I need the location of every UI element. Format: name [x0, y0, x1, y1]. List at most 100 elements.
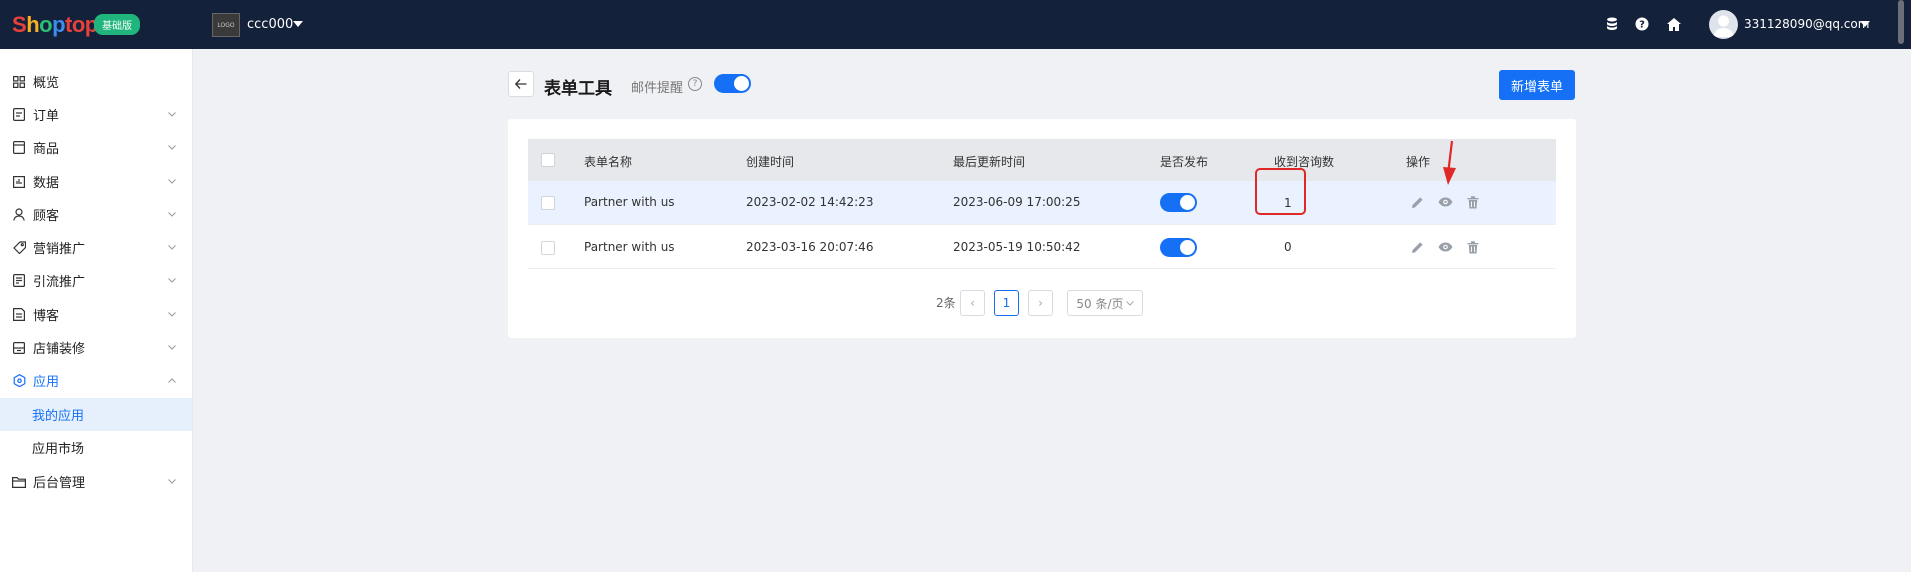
chevron-down-icon: [167, 177, 177, 187]
sidebar-subitem-label: 应用市场: [32, 442, 85, 457]
edit-icon[interactable]: [1408, 193, 1426, 211]
data-icon: [12, 175, 26, 189]
edition-badge: 基础版: [94, 14, 140, 35]
avatar[interactable]: [1709, 10, 1738, 39]
svg-text:?: ?: [1639, 20, 1645, 31]
table-row[interactable]: Partner with us 2023-02-02 14:42:23 2023…: [528, 181, 1556, 225]
sidebar-item-store-design[interactable]: 店铺装修: [0, 331, 192, 364]
form-name: Partner with us: [584, 240, 675, 254]
annotation-highlight-box: [1255, 168, 1306, 215]
created-time: 2023-03-16 20:07:46: [746, 240, 874, 254]
publish-toggle[interactable]: [1160, 238, 1197, 257]
sidebar-item-marketing[interactable]: 营销推广: [0, 231, 192, 264]
publish-toggle[interactable]: [1160, 193, 1197, 212]
sidebar-item-label: 引流推广: [33, 275, 86, 290]
dashboard-icon: [12, 75, 26, 89]
forms-table-card: 表单名称 创建时间 最后更新时间 是否发布 收到咨询数 操作 Partner w…: [508, 119, 1576, 338]
store-logo[interactable]: LOGO: [212, 13, 240, 37]
sidebar-item-label: 营销推广: [33, 242, 86, 257]
chevron-down-icon: [167, 243, 177, 253]
column-header: 操作: [1406, 155, 1431, 169]
store-design-icon: [12, 341, 26, 355]
chevron-down-icon: [167, 210, 177, 220]
folder-icon: [12, 475, 26, 489]
sidebar-item-orders[interactable]: 订单: [0, 98, 192, 131]
column-header: 最后更新时间: [953, 155, 1026, 169]
logo-letter: h: [26, 12, 40, 37]
sidebar-item-label: 店铺装修: [33, 342, 86, 357]
sidebar-item-label: 后台管理: [33, 476, 86, 491]
sidebar-item-overview[interactable]: 概览: [0, 65, 192, 98]
help-icon[interactable]: ?: [1633, 15, 1651, 33]
row-checkbox[interactable]: [541, 196, 555, 210]
sidebar-item-label: 顾客: [33, 209, 60, 224]
edit-icon[interactable]: [1408, 238, 1426, 256]
sidebar-item-label: 应用: [33, 375, 60, 390]
shoptop-logo[interactable]: Shoptop: [12, 12, 98, 38]
chevron-down-icon: [167, 143, 177, 153]
view-icon[interactable]: [1436, 193, 1454, 211]
store-name[interactable]: ccc000: [247, 17, 293, 32]
logo-letter: top: [65, 12, 98, 37]
page-header: 表单工具 邮件提醒 ? 新增表单: [508, 70, 1576, 102]
chevron-down-icon: [167, 276, 177, 286]
window-scrollbar[interactable]: [1898, 0, 1904, 44]
question-icon[interactable]: ?: [688, 77, 702, 91]
sidebar-item-label: 概览: [33, 76, 60, 91]
updated-time: 2023-05-19 10:50:42: [953, 240, 1081, 254]
user-dropdown-caret-icon[interactable]: [1860, 21, 1870, 27]
sidebar-item-admin[interactable]: 后台管理: [0, 465, 192, 498]
column-header: 创建时间: [746, 155, 795, 169]
email-reminder-label: 邮件提醒: [631, 81, 684, 96]
sidebar-item-apps[interactable]: 应用: [0, 364, 192, 397]
created-time: 2023-02-02 14:42:23: [746, 195, 874, 209]
store-dropdown-caret-icon[interactable]: [293, 21, 303, 27]
form-name: Partner with us: [584, 195, 675, 209]
annotation-arrow-icon: [1443, 140, 1456, 185]
row-checkbox[interactable]: [541, 241, 555, 255]
sidebar-item-data[interactable]: 数据: [0, 165, 192, 198]
sidebar-item-traffic[interactable]: 引流推广: [0, 264, 192, 297]
sidebar-item-products[interactable]: 商品: [0, 131, 192, 164]
back-button[interactable]: [508, 71, 534, 97]
sidebar-subitem-my-apps[interactable]: 我的应用: [0, 398, 192, 431]
delete-icon[interactable]: [1464, 193, 1482, 211]
app-icon: [12, 374, 26, 388]
database-icon[interactable]: [1603, 15, 1621, 33]
column-header: 表单名称: [584, 155, 633, 169]
chevron-down-icon: [167, 477, 177, 487]
home-icon[interactable]: [1665, 15, 1683, 33]
logo-letter: S: [12, 12, 27, 37]
pagination-total: 2条: [936, 296, 956, 310]
pagination-next-button[interactable]: ›: [1028, 290, 1053, 316]
blog-icon: [12, 308, 26, 322]
customer-icon: [12, 208, 26, 222]
tag-icon: [12, 241, 26, 255]
page-size-select[interactable]: 50 条/页: [1067, 290, 1143, 316]
pagination-prev-button[interactable]: ‹: [960, 290, 985, 316]
order-icon: [12, 108, 26, 122]
logo-letter: p: [52, 12, 66, 37]
chevron-up-icon: [167, 376, 177, 386]
inquiry-count[interactable]: 0: [1284, 240, 1292, 254]
user-email[interactable]: 331128090@qq.com: [1744, 17, 1869, 31]
updated-time: 2023-06-09 17:00:25: [953, 195, 1081, 209]
delete-icon[interactable]: [1464, 238, 1482, 256]
sidebar-subitem-app-market[interactable]: 应用市场: [0, 431, 192, 464]
select-all-checkbox[interactable]: [541, 153, 555, 167]
new-form-button[interactable]: 新增表单: [1499, 70, 1575, 100]
sidebar-item-blog[interactable]: 博客: [0, 298, 192, 331]
view-icon[interactable]: [1436, 238, 1454, 256]
page-title: 表单工具: [544, 79, 612, 99]
column-header: 是否发布: [1160, 155, 1209, 169]
table-row[interactable]: Partner with us 2023-03-16 20:07:46 2023…: [528, 225, 1556, 269]
sidebar-item-label: 订单: [33, 109, 60, 124]
sidebar-item-label: 数据: [33, 176, 60, 191]
chevron-down-icon: [167, 310, 177, 320]
sidebar: 概览 订单 商品 数据 顾客 营销推广 引流推广 博客 店铺装修 应用 我的应用…: [0, 49, 193, 572]
chevron-down-icon: [167, 343, 177, 353]
sidebar-item-customers[interactable]: 顾客: [0, 198, 192, 231]
email-reminder-toggle[interactable]: [714, 74, 751, 93]
pagination-page-button[interactable]: 1: [994, 290, 1019, 316]
chevron-down-icon: [167, 110, 177, 120]
